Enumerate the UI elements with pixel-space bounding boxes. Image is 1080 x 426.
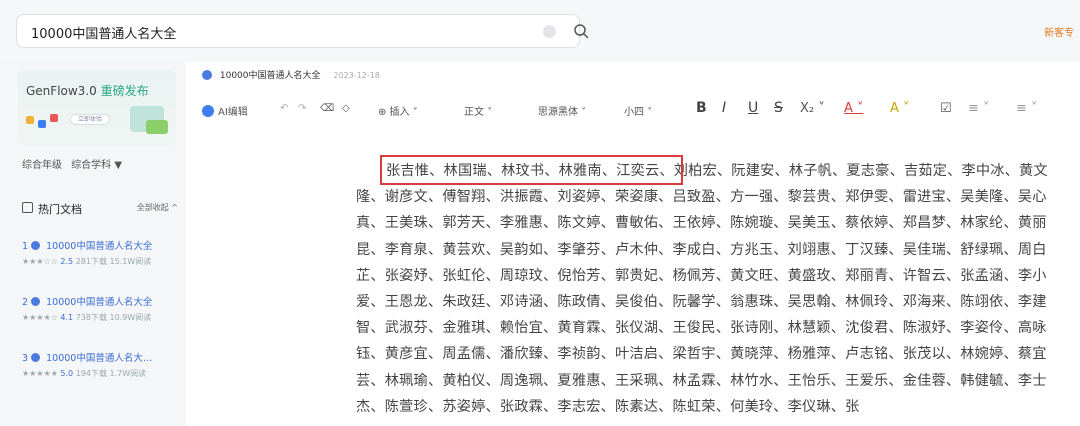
download-read-count: 194下载 1.7W阅读 bbox=[75, 369, 147, 378]
font-size-select[interactable]: 小四 ˅ bbox=[624, 103, 652, 118]
highlight-annotation-box bbox=[380, 155, 683, 185]
rating-stars: ★★★★★ bbox=[22, 369, 58, 378]
promo-title-prefix: GenFlow3.0 bbox=[26, 84, 97, 98]
sidebar: GenFlow3.0 重磅发布 立即体验 综合年级 综合学科 ▼ 热门文档 全部… bbox=[0, 62, 186, 426]
clear-icon[interactable] bbox=[543, 25, 556, 38]
document-header: 10000中国普通人名大全 2023-12-18 bbox=[202, 68, 380, 81]
search-box[interactable]: 10000中国普通人名大全 bbox=[16, 14, 589, 48]
font-color-button[interactable]: A ˅ bbox=[844, 101, 864, 116]
hot-doc-item[interactable]: 3 10000中国普通人名大… ★★★★★ 5.0 194下载 1.7W阅读 bbox=[22, 350, 178, 390]
app-window: 10000中国普通人名大全 新客专 GenFlow3.0 重磅发布 立即体验 综… bbox=[0, 0, 1080, 426]
document-body-text[interactable]: 张吉惟、林国瑞、林玟书、林雅南、江奕云、刘柏宏、阮建安、林子帆、夏志豪、吉茹定、… bbox=[356, 158, 1060, 420]
grade-filter[interactable]: 综合年级 bbox=[22, 160, 62, 171]
top-bar: 10000中国普通人名大全 新客专 bbox=[0, 0, 1080, 62]
ai-icon bbox=[202, 105, 214, 117]
promo-shape-2 bbox=[38, 120, 46, 128]
promo-pill[interactable]: 立即体验 bbox=[70, 114, 110, 125]
ai-edit-button[interactable]: AI编辑 bbox=[202, 103, 248, 118]
undo-button[interactable]: ↶ bbox=[280, 103, 288, 114]
hot-doc-meta: ★★★★☆ 4.1 738下载 10.9W阅读 bbox=[22, 312, 151, 323]
search-input[interactable]: 10000中国普通人名大全 bbox=[31, 23, 176, 42]
word-doc-icon bbox=[31, 297, 41, 306]
promo-title-accent: 重磅发布 bbox=[100, 84, 149, 98]
strikethrough-button[interactable]: S bbox=[774, 100, 783, 116]
subscript-button[interactable]: X₂ ˅ bbox=[800, 101, 825, 116]
hot-doc-meta: ★★★☆☆ 2.5 281下载 15.1W阅读 bbox=[22, 256, 151, 267]
hot-docs-header: 热门文档 全部收起 ^ bbox=[22, 200, 178, 216]
hot-doc-title: 10000中国普通人名大全 bbox=[46, 241, 153, 252]
document-title: 10000中国普通人名大全 bbox=[219, 71, 321, 81]
rating-score: 2.5 bbox=[60, 257, 74, 266]
word-doc-icon bbox=[31, 241, 41, 250]
rating-score: 4.1 bbox=[60, 313, 74, 322]
subject-filter[interactable]: 综合学科 ▼ bbox=[71, 160, 122, 171]
new-user-link[interactable]: 新客专 bbox=[1044, 24, 1074, 39]
hot-doc-name[interactable]: 1 10000中国普通人名大全 bbox=[22, 238, 152, 252]
rating-stars: ★★★★☆ bbox=[22, 313, 58, 322]
hot-docs-title: 热门文档 bbox=[38, 203, 82, 216]
highlight-color-button[interactable]: A ˅ bbox=[890, 101, 910, 116]
font-family-select[interactable]: 思源黑体 ˅ bbox=[538, 103, 586, 118]
hot-doc-meta: ★★★★★ 5.0 194下载 1.7W阅读 bbox=[22, 368, 146, 379]
hot-doc-title: 10000中国普通人名大全 bbox=[46, 297, 153, 308]
document-list-icon bbox=[22, 202, 33, 213]
insert-menu[interactable]: ⊕ 插入 ˅ bbox=[378, 103, 418, 118]
promo-title: GenFlow3.0 重磅发布 bbox=[26, 82, 149, 99]
filter-row: 综合年级 综合学科 ▼ bbox=[22, 156, 128, 171]
underline-button[interactable]: U bbox=[748, 100, 758, 116]
rating-score: 5.0 bbox=[60, 369, 74, 378]
promo-shape-1 bbox=[26, 116, 34, 124]
promo-shape-3 bbox=[50, 114, 58, 122]
hot-doc-name[interactable]: 3 10000中国普通人名大… bbox=[22, 350, 152, 364]
rating-stars: ★★★☆☆ bbox=[22, 257, 58, 266]
italic-button[interactable]: I bbox=[722, 100, 726, 116]
word-doc-icon bbox=[202, 70, 212, 80]
paragraph-style-select[interactable]: 正文 ˅ bbox=[464, 103, 492, 118]
numbered-list-button[interactable]: ≡ ˅ bbox=[1016, 101, 1038, 116]
editor-toolbar: AI编辑 ↶ ↷ ⌫ ◇ ⊕ 插入 ˅ 正文 ˅ 思源黑体 ˅ 小四 ˅ B I… bbox=[202, 100, 1080, 122]
bold-button[interactable]: B bbox=[696, 100, 707, 116]
hot-doc-index: 2 bbox=[22, 297, 29, 308]
document-date: 2023-12-18 bbox=[333, 71, 380, 80]
collapse-all-button[interactable]: 全部收起 ^ bbox=[137, 202, 178, 213]
checkbox-button[interactable]: ☑ bbox=[940, 101, 952, 116]
ai-edit-label: AI编辑 bbox=[218, 107, 248, 118]
promo-banner[interactable]: GenFlow3.0 重磅发布 立即体验 bbox=[18, 70, 176, 146]
download-read-count: 281下载 15.1W阅读 bbox=[75, 257, 152, 266]
search-icon[interactable] bbox=[573, 23, 589, 39]
hot-doc-index: 3 bbox=[22, 353, 29, 364]
download-read-count: 738下载 10.9W阅读 bbox=[75, 313, 152, 322]
hot-doc-name[interactable]: 2 10000中国普通人名大全 bbox=[22, 294, 152, 308]
promo-illustration-accent bbox=[146, 120, 168, 134]
word-doc-icon bbox=[31, 353, 41, 362]
hot-doc-item[interactable]: 2 10000中国普通人名大全 ★★★★☆ 4.1 738下载 10.9W阅读 bbox=[22, 294, 178, 334]
bullet-list-button[interactable]: ≡ ˅ bbox=[968, 101, 990, 116]
redo-button[interactable]: ↷ bbox=[298, 103, 306, 114]
format-brush-button[interactable]: ⌫ bbox=[320, 103, 334, 114]
clear-format-button[interactable]: ◇ bbox=[342, 103, 350, 114]
hot-doc-index: 1 bbox=[22, 241, 29, 252]
hot-doc-title: 10000中国普通人名大… bbox=[46, 353, 153, 364]
hot-doc-item[interactable]: 1 10000中国普通人名大全 ★★★☆☆ 2.5 281下载 15.1W阅读 bbox=[22, 238, 178, 278]
